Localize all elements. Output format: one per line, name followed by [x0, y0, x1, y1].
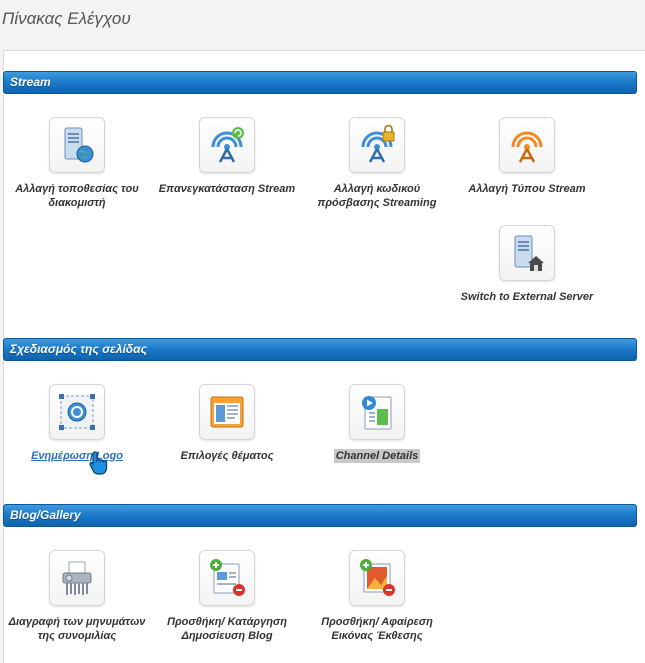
section-header-blog: Blog/Gallery [3, 504, 637, 527]
switch-external-server-label[interactable]: Switch to External Server [452, 290, 602, 304]
channel-details-text[interactable]: Channel Details [333, 449, 421, 463]
page-title: Πίνακας Ελέγχου [2, 9, 131, 28]
server-home-icon[interactable] [499, 225, 555, 281]
blog-add-remove-icon[interactable] [199, 550, 255, 606]
switch-external-server[interactable]: Switch to External Server [452, 225, 602, 304]
update-logo-label[interactable]: Ενημέρωση Logo [2, 449, 152, 463]
reinstall-stream-label[interactable]: Επανεγκατάσταση Stream [152, 182, 302, 196]
change-streaming-password-label[interactable]: Αλλαγή κωδικού πρόσβασης Streaming [302, 182, 452, 210]
channel-details-label[interactable]: Channel Details [302, 449, 452, 463]
add-remove-gallery-image[interactable]: Προσθήκη/ Αφαίρεση Εικόνας Έκθεσης [302, 550, 452, 643]
add-remove-gallery-image-label[interactable]: Προσθήκη/ Αφαίρεση Εικόνας Έκθεσης [302, 615, 452, 643]
change-stream-type-label[interactable]: Αλλαγή Τύπου Stream [452, 182, 602, 196]
theme-window-icon[interactable] [199, 384, 255, 440]
image-add-remove-icon[interactable] [349, 550, 405, 606]
channel-video-icon[interactable] [349, 384, 405, 440]
change-streaming-password[interactable]: Αλλαγή κωδικού πρόσβασης Streaming [302, 117, 452, 210]
antenna-lock-icon[interactable] [349, 117, 405, 173]
add-remove-blog-post-label[interactable]: Προσθήκη/ Κατάργηση Δημοσίευση Blog [152, 615, 302, 643]
change-stream-type[interactable]: Αλλαγή Τύπου Stream [452, 117, 602, 196]
shredder-icon[interactable] [49, 550, 105, 606]
delete-chat-messages-label[interactable]: Διαγραφή των μηνυμάτων της συνομιλίας [2, 615, 152, 643]
change-server-location-label[interactable]: Αλλαγή τοποθεσίας του διακομιστή [2, 182, 152, 210]
theme-options[interactable]: Επιλογές θέματος [152, 384, 302, 463]
antenna-orange-icon[interactable] [499, 117, 555, 173]
reinstall-stream[interactable]: Επανεγκατάσταση Stream [152, 117, 302, 196]
section-header-stream: Stream [3, 71, 637, 94]
server-globe-icon[interactable] [49, 117, 105, 173]
delete-chat-messages[interactable]: Διαγραφή των μηνυμάτων της συνομιλίας [2, 550, 152, 643]
add-remove-blog-post[interactable]: Προσθήκη/ Κατάργηση Δημοσίευση Blog [152, 550, 302, 643]
section-header-design: Σχεδιασμός της σελίδας [3, 338, 637, 361]
channel-details[interactable]: Channel Details [302, 384, 452, 463]
antenna-refresh-icon[interactable] [199, 117, 255, 173]
logo-frame-icon[interactable] [49, 384, 105, 440]
hand-cursor-icon [89, 451, 108, 475]
update-logo[interactable]: Ενημέρωση Logo [2, 384, 152, 463]
theme-options-label[interactable]: Επιλογές θέματος [152, 449, 302, 463]
change-server-location[interactable]: Αλλαγή τοποθεσίας του διακομιστή [2, 117, 152, 210]
